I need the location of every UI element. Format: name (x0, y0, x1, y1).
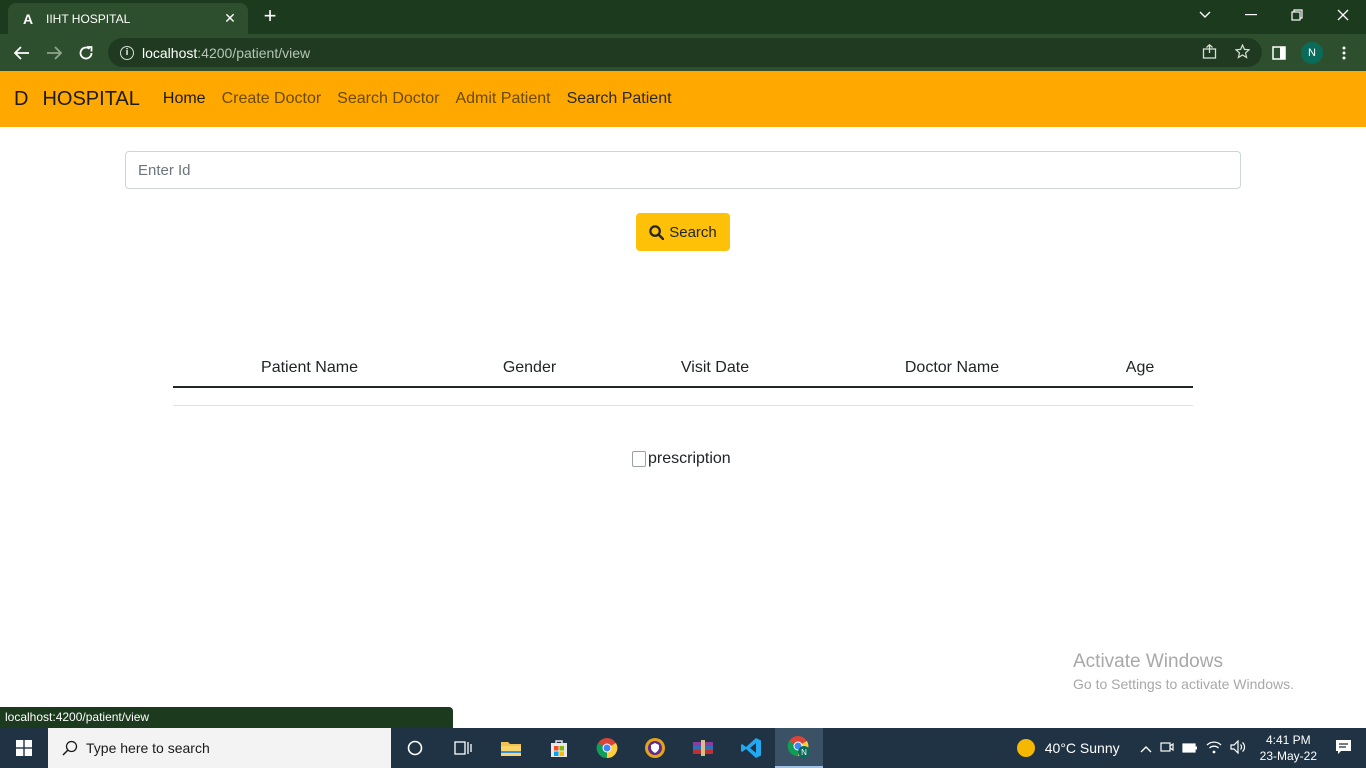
prescription-image: prescription (632, 450, 731, 468)
cortana-button[interactable] (391, 728, 439, 768)
notifications-icon[interactable] (1335, 739, 1352, 758)
browser-tab[interactable]: A IIHT HOSPITAL ✕ (8, 3, 248, 34)
brand-letter: D (14, 87, 29, 110)
taskbar-search[interactable]: Type here to search (48, 728, 391, 768)
windows-logo-icon (16, 740, 32, 756)
file-explorer-button[interactable] (487, 728, 535, 768)
chevron-up-icon[interactable] (1140, 741, 1152, 756)
col-patient-name: Patient Name (173, 350, 446, 388)
app-navbar: D HOSPITAL Home Create Doctor Search Doc… (0, 71, 1366, 127)
close-window-button[interactable] (1320, 0, 1366, 30)
nav-create-doctor[interactable]: Create Doctor (222, 90, 322, 108)
taskbar-search-placeholder: Type here to search (86, 740, 210, 756)
nav-search-doctor[interactable]: Search Doctor (337, 90, 439, 108)
archive-app-button[interactable] (679, 728, 727, 768)
table-row (173, 387, 1193, 406)
store-icon (551, 740, 567, 757)
chrome-button[interactable] (583, 728, 631, 768)
patient-id-input[interactable] (125, 151, 1241, 189)
folder-icon (501, 742, 521, 756)
system-tray: 40°C Sunny 4:41 PM 23-May-22 (1016, 728, 1366, 768)
bookmark-star-icon[interactable] (1234, 43, 1251, 63)
activate-windows-watermark: Activate Windows Go to Settings to activ… (1073, 651, 1294, 692)
task-view-button[interactable] (439, 728, 487, 768)
volume-icon[interactable] (1230, 739, 1246, 757)
vscode-button[interactable] (727, 728, 775, 768)
angular-icon: A (22, 10, 34, 27)
new-tab-button[interactable]: + (258, 5, 282, 29)
tab-search-icon[interactable] (1182, 0, 1228, 30)
brand[interactable]: D HOSPITAL (14, 88, 140, 111)
security-app-button[interactable] (631, 728, 679, 768)
chrome-profile-icon: N (787, 736, 810, 758)
forward-button[interactable] (42, 41, 66, 65)
menu-kebab-icon[interactable] (1333, 42, 1355, 64)
battery-icon[interactable] (1182, 741, 1198, 756)
col-doctor-name: Doctor Name (817, 350, 1087, 388)
url-field[interactable]: i localhost:4200/patient/view (108, 38, 1262, 67)
url-path: :4200/patient/view (197, 44, 311, 61)
url-host: localhost (142, 44, 198, 61)
table-header-row: Patient Name Gender Visit Date Doctor Na… (173, 350, 1193, 388)
archive-books-icon (693, 740, 713, 756)
clock-date: 23-May-22 (1259, 749, 1317, 763)
taskbar-clock[interactable]: 4:41 PM 23-May-22 (1260, 732, 1317, 764)
search-icon (62, 740, 78, 756)
profile-avatar[interactable]: N (1301, 42, 1323, 64)
nav-home[interactable]: Home (163, 90, 206, 108)
search-icon (649, 224, 665, 240)
table-empty-cell (173, 387, 1193, 406)
site-info-icon[interactable]: i (120, 45, 134, 60)
shield-icon (645, 738, 665, 758)
nav-admit-patient[interactable]: Admit Patient (455, 90, 550, 108)
col-gender: Gender (446, 350, 613, 388)
watermark-title: Activate Windows (1073, 651, 1223, 672)
windows-taskbar: Type here to search N 40°C Sunny 4:41 PM… (0, 728, 1366, 768)
weather-sun-icon[interactable] (1016, 739, 1035, 757)
broken-image-icon (632, 451, 646, 467)
start-button[interactable] (0, 728, 48, 768)
reload-button[interactable] (74, 41, 98, 65)
vscode-icon (741, 738, 761, 758)
browser-titlebar: A IIHT HOSPITAL ✕ + (0, 0, 1366, 34)
minimize-button[interactable] (1228, 0, 1274, 30)
task-view-icon (454, 741, 472, 755)
side-panel-icon[interactable] (1268, 42, 1290, 64)
patient-table: Patient Name Gender Visit Date Doctor Na… (173, 350, 1193, 406)
chrome-icon (596, 738, 618, 759)
nav-search-patient[interactable]: Search Patient (567, 90, 672, 108)
restore-button[interactable] (1274, 0, 1320, 30)
close-tab-icon[interactable]: ✕ (222, 10, 238, 27)
chrome-profile-button[interactable]: N (775, 728, 823, 768)
watermark-subtitle: Go to Settings to activate Windows. (1073, 676, 1294, 692)
search-button[interactable]: Search (636, 213, 730, 251)
back-button[interactable] (10, 41, 34, 65)
col-age: Age (1087, 350, 1193, 388)
cortana-circle-icon (407, 740, 423, 756)
image-alt-text: prescription (648, 450, 731, 467)
weather-text[interactable]: 40°C Sunny (1045, 740, 1120, 756)
store-button[interactable] (535, 728, 583, 768)
clock-time: 4:41 PM (1265, 733, 1311, 747)
svg-text:N: N (801, 748, 807, 757)
address-bar: i localhost:4200/patient/view N (0, 34, 1366, 71)
search-button-label: Search (669, 223, 717, 241)
tab-title: IIHT HOSPITAL (46, 11, 131, 26)
brand-name: HOSPITAL (42, 87, 140, 110)
col-visit-date: Visit Date (613, 350, 817, 388)
link-status-bubble: localhost:4200/patient/view (0, 707, 453, 728)
meet-now-icon[interactable] (1160, 740, 1174, 757)
share-icon[interactable] (1202, 43, 1217, 63)
wifi-icon[interactable] (1206, 740, 1222, 757)
